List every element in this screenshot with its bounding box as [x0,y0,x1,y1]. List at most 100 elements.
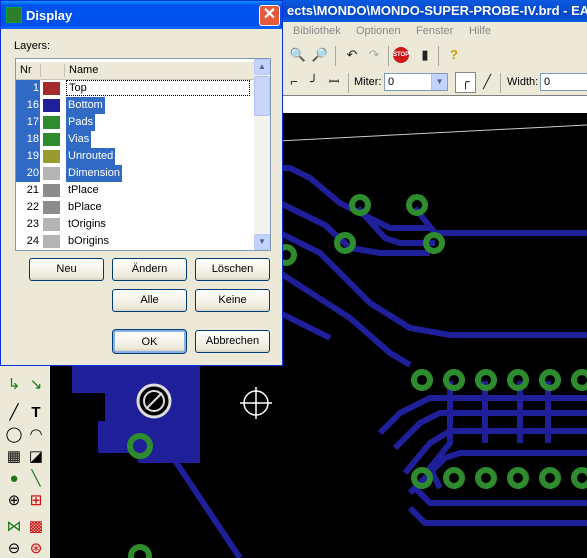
route-icon[interactable]: ↳ [4,375,24,395]
arc-icon[interactable]: ◠ [26,425,46,445]
mounting-hole-icon [136,383,172,419]
layer-number: 22 [26,201,39,213]
drc-icon[interactable]: ⊛ [26,539,46,558]
width-label: Width: [507,76,539,88]
layer-number: 24 [26,235,39,247]
layer-color-swatch [43,167,60,180]
wire-icon[interactable]: ╱ [4,403,24,423]
redo-icon[interactable]: ↷ [364,45,384,65]
toolbar-separator [500,73,501,93]
help-icon[interactable]: ? [444,45,464,65]
layer-row[interactable]: 19 Unrouted [16,148,254,165]
command-line[interactable] [283,95,587,114]
layer-name: Vias [66,131,92,148]
width-select[interactable]: 0 [540,73,587,91]
menu-library[interactable]: Bibliothek [293,25,341,37]
dialog-titlebar[interactable]: Display ✕ [1,1,282,29]
layer-number: 16 [16,97,40,114]
bend-style-2-icon[interactable]: ╯ [304,72,324,92]
zoom-select-icon[interactable]: 🔎 [310,45,330,65]
layer-color-swatch [43,218,60,231]
none-button[interactable]: Keine [195,289,270,312]
miter-straight-icon[interactable]: ╱ [477,72,497,92]
eagle-app-icon [6,7,22,23]
layer-name: Pads [66,114,96,131]
cancel-button[interactable]: Abbrechen [195,330,270,353]
layer-list[interactable]: Nr Name 1 Top 16 Bottom 17 Pads 18 Vias 19 Unrout… [15,58,271,251]
layers-label: Layers: [14,40,51,52]
delete-button[interactable]: Löschen [195,258,270,281]
text-icon[interactable]: T [26,403,46,423]
layer-row[interactable]: 17 Pads [16,114,254,131]
zoom-in-icon[interactable]: 🔍 [288,45,308,65]
layer-color-swatch [43,99,60,112]
bend-style-3-icon[interactable]: ꟷ [324,72,344,92]
layer-row[interactable]: 1 Top [16,80,254,97]
auto-icon[interactable]: ▩ [26,517,46,537]
toolbar-separator [335,46,336,66]
toolbar-separator [388,46,389,66]
layer-number: 17 [16,114,40,131]
layer-number: 20 [16,165,40,182]
column-header-name[interactable]: Name [69,64,98,76]
vertical-scrollbar[interactable]: ▲ ▼ [254,59,270,250]
layer-row[interactable]: 20 Dimension [16,165,254,182]
layer-row[interactable]: 22 bPlace [16,199,254,216]
signal-icon[interactable]: ╲ [26,469,46,489]
rect-icon[interactable]: ▦ [4,447,24,467]
layer-name: bPlace [68,201,102,213]
column-header-nr[interactable]: Nr [20,64,32,76]
display-dialog: Display ✕ Layers: Nr Name 1 Top 16 Bottom 17… [0,0,283,366]
menu-window[interactable]: Fenster [416,25,453,37]
new-button[interactable]: Neu [29,258,104,281]
stop-icon[interactable]: STOP [393,47,409,63]
layer-color-swatch [43,235,60,248]
layer-row[interactable]: 18 Vias [16,131,254,148]
undo-icon[interactable]: ↶ [342,45,362,65]
layer-number: 18 [16,131,40,148]
miter-select[interactable]: 0 ▼ [384,73,448,91]
layer-row[interactable]: 16 Bottom [16,97,254,114]
ok-button[interactable]: OK [112,329,187,354]
column-divider [40,64,41,77]
scroll-down-icon[interactable]: ▼ [254,234,270,250]
script-icon[interactable]: ▮ [415,45,435,65]
menu-options[interactable]: Optionen [356,25,401,37]
menu-help[interactable]: Hilfe [469,25,491,37]
circle-icon[interactable]: ◯ [4,425,24,445]
layer-color-swatch [43,150,60,163]
tool-palette: ↳ ↘ ╱ T ◯ ◠ ▦ ◪ ● ╲ ⊕ ⊞ ⋈ ▩ ⊖ ⊛ [0,365,50,558]
layer-row[interactable]: 24 bOrigins [16,233,254,250]
miter-value: 0 [388,76,395,88]
layer-name: Dimension [66,165,122,182]
scroll-thumb[interactable] [254,76,270,116]
dialog-title: Display [26,8,73,23]
attribute-icon[interactable]: ⊞ [26,491,46,511]
change-button[interactable]: Ändern [112,258,187,281]
via-icon[interactable]: ● [4,469,24,489]
miter-round-icon[interactable]: ╭ [455,72,476,93]
chevron-down-icon: ▼ [431,74,447,90]
erc-icon[interactable]: ⊖ [4,539,24,558]
polygon-icon[interactable]: ◪ [26,447,46,467]
layer-row[interactable]: 21 tPlace [16,182,254,199]
layer-row[interactable]: 23 tOrigins [16,216,254,233]
bend-style-1-icon[interactable]: ⌐ [284,72,304,92]
scroll-up-icon[interactable]: ▲ [254,59,270,75]
ratsnest-icon[interactable]: ⋈ [4,517,24,537]
toolbar-separator [438,46,439,66]
layer-number: 23 [26,218,39,230]
column-divider [64,64,65,77]
layer-name: Unrouted [66,148,116,165]
layer-color-swatch [43,184,60,197]
layer-number: 1 [16,80,40,97]
layer-color-swatch [43,201,60,214]
layer-color-swatch [43,82,60,95]
all-button[interactable]: Alle [112,289,187,312]
ripup-icon[interactable]: ↘ [26,375,46,395]
layer-color-swatch [43,116,60,129]
width-value: 0 [544,76,551,88]
close-icon[interactable]: ✕ [259,5,280,26]
hole-icon[interactable]: ⊕ [4,491,24,511]
layer-name: tOrigins [68,218,106,230]
